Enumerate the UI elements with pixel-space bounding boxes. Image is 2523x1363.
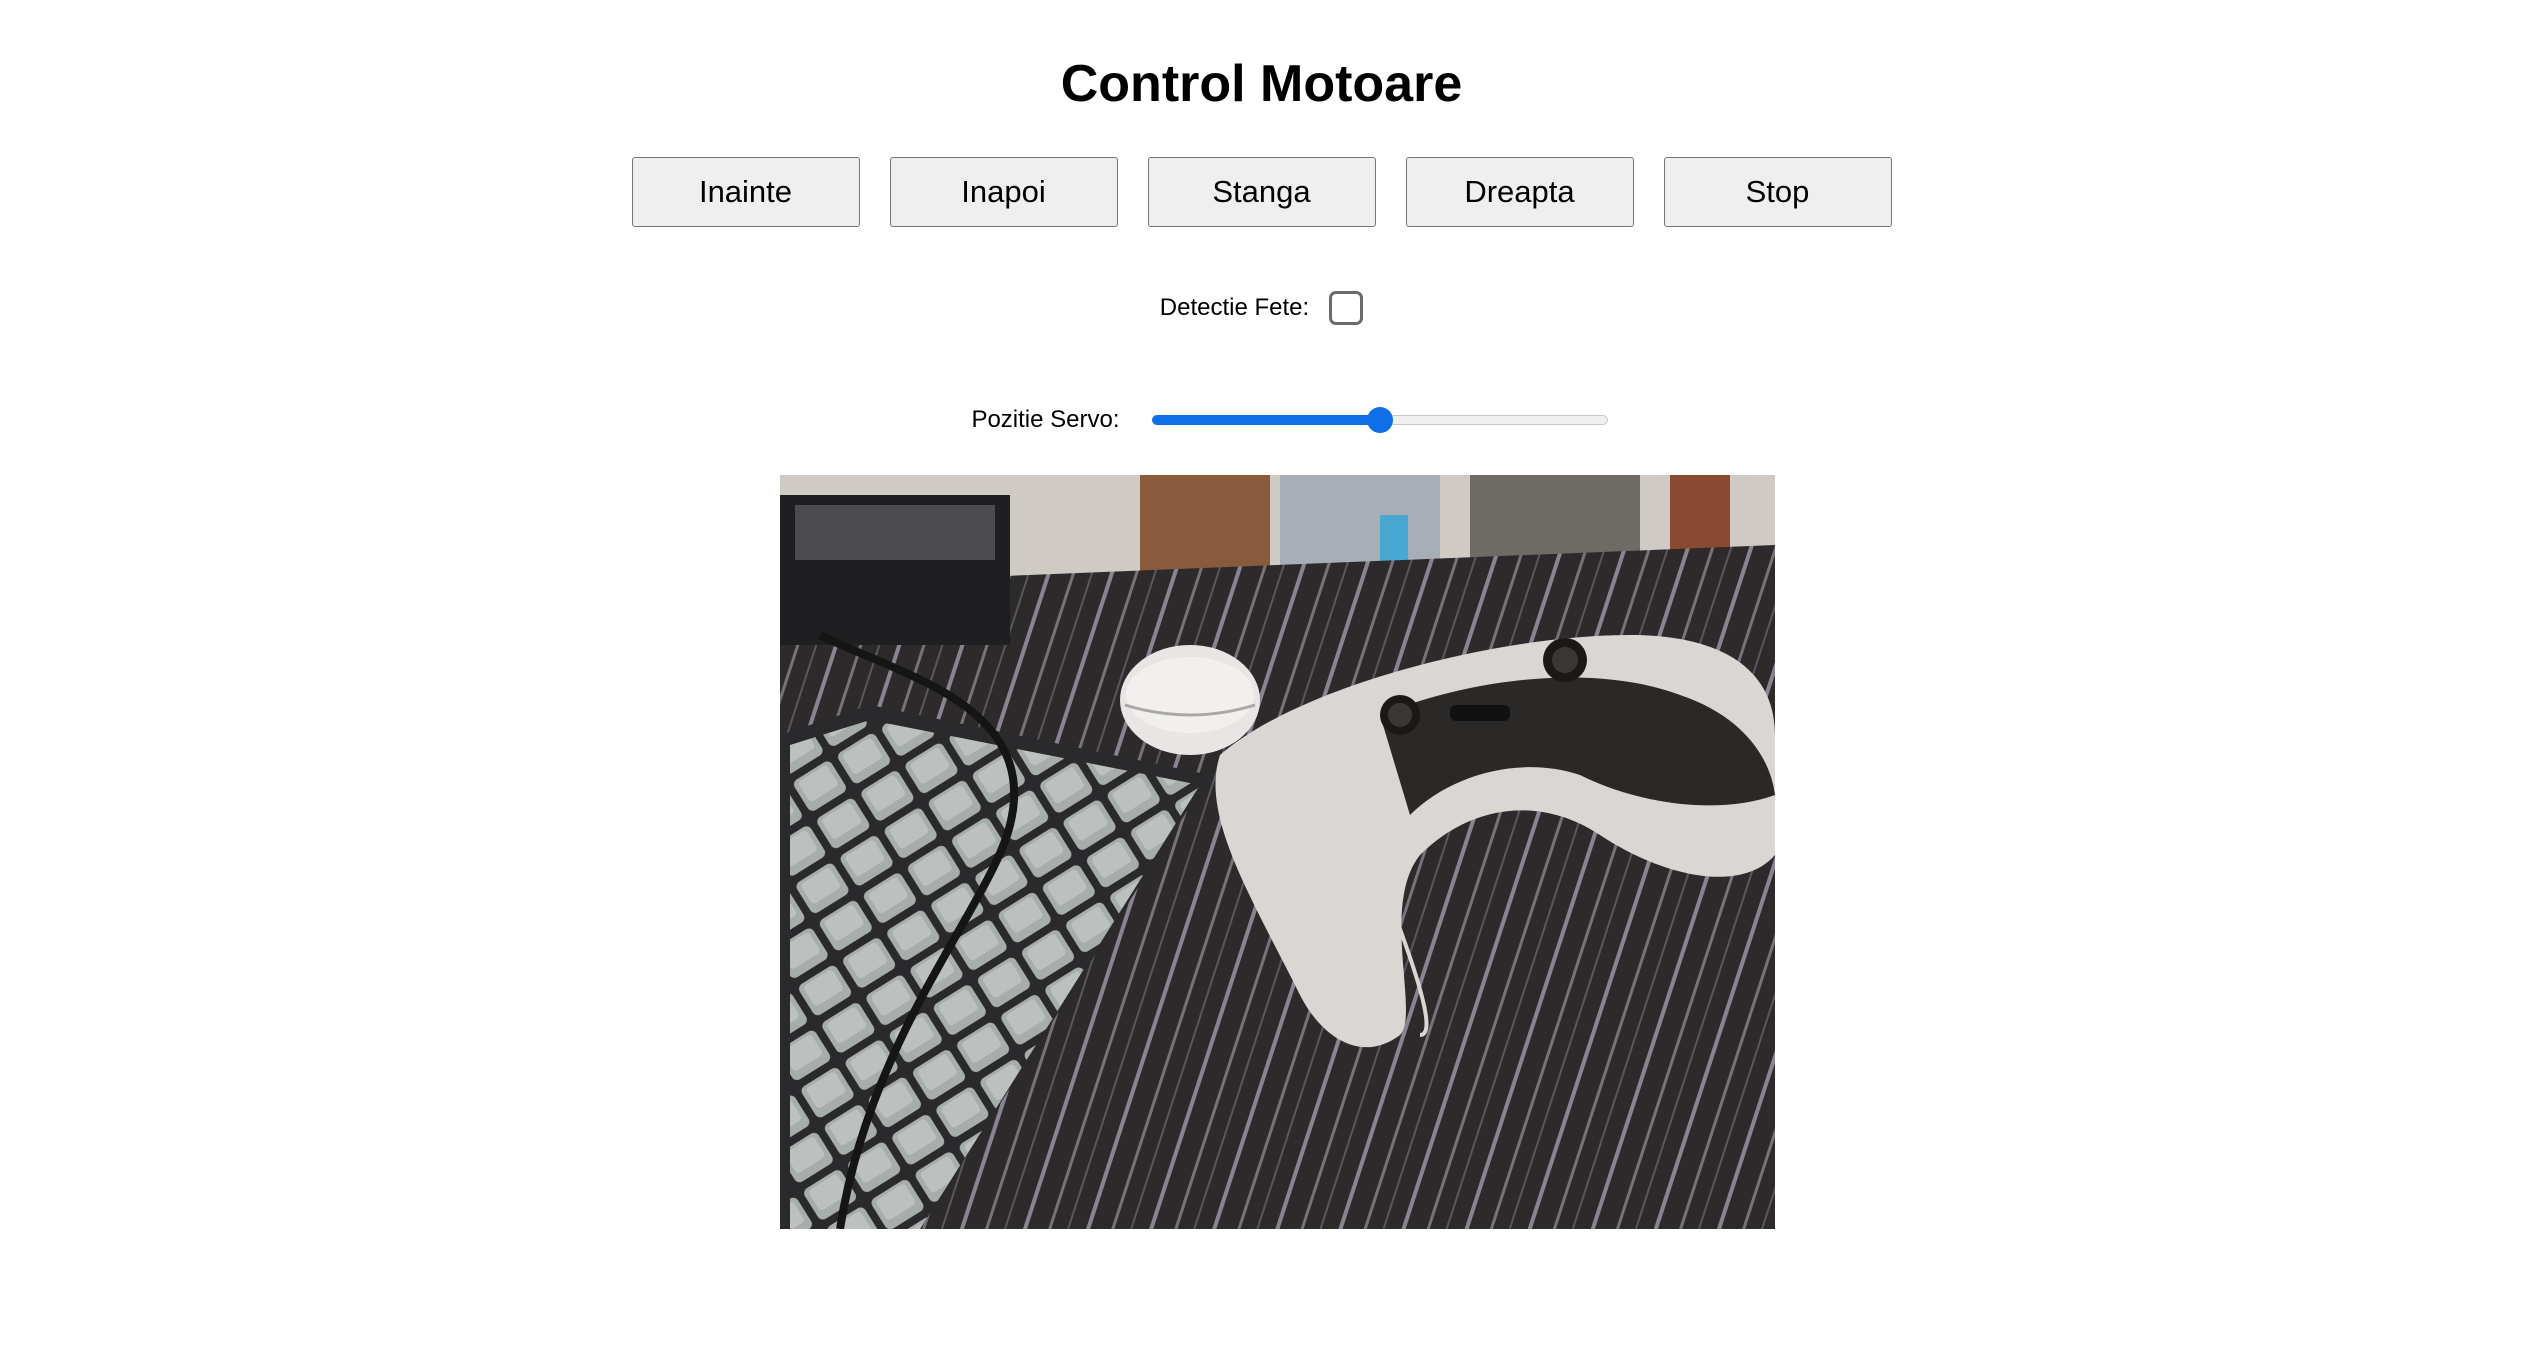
motor-controls: Inainte Inapoi Stanga Dreapta Stop [0,157,2523,227]
stop-button[interactable]: Stop [1663,157,1892,227]
page: Control Motoare Inainte Inapoi Stanga Dr… [0,0,2523,1363]
back-button[interactable]: Inapoi [889,157,1118,227]
camera-feed [780,475,1775,1229]
servo-row: Pozitie Servo: [0,405,2523,435]
forward-button[interactable]: Inainte [631,157,860,227]
servo-label: Pozitie Servo: [971,406,1120,433]
face-detection-checkbox[interactable] [1329,291,1364,325]
servo-slider[interactable] [1151,405,1608,435]
right-button[interactable]: Dreapta [1405,157,1634,227]
page-title: Control Motoare [1060,55,1463,113]
face-detection-row: Detectie Fete: [0,291,2523,325]
face-detection-label: Detectie Fete: [1159,294,1310,321]
servo-slider-fill [1151,415,1380,425]
left-button[interactable]: Stanga [1147,157,1376,227]
camera-feed-image [780,475,1775,1229]
servo-slider-thumb[interactable] [1366,407,1393,433]
